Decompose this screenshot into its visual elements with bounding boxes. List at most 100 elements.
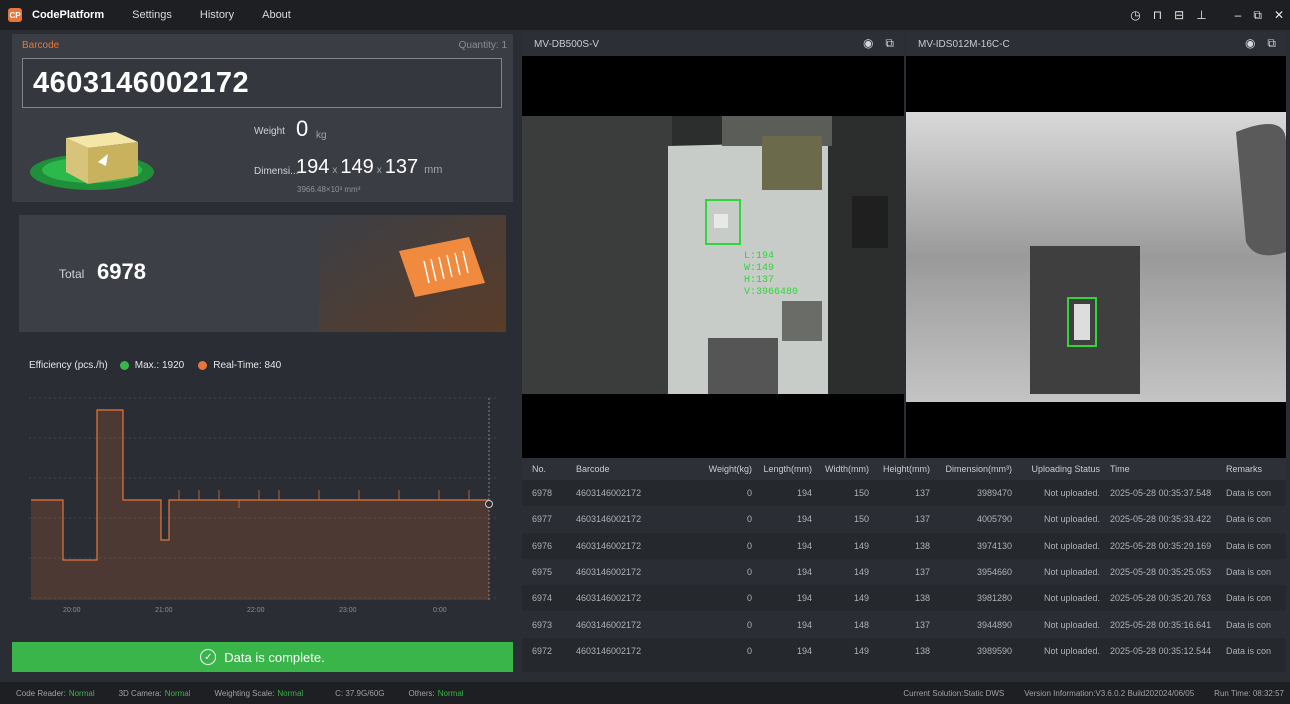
table-cell: 194 <box>796 619 812 630</box>
table-cell: 149 <box>853 593 869 604</box>
width-value: 149 <box>340 156 374 178</box>
efficiency-realtime: Real-Time: 840 <box>213 360 282 371</box>
table-cell: 194 <box>796 593 812 604</box>
menu-history[interactable]: History <box>200 9 234 21</box>
others-label: Others: <box>408 688 435 698</box>
table-cell: Not uploaded. <box>1043 619 1100 630</box>
table-row[interactable]: 6973 4603146002172 0 194 148 137 3944890 Not up… <box>522 611 1286 638</box>
table-cell: 4603146002172 <box>576 488 642 499</box>
table-cell: 2025-05-28 00:35:16.641 <box>1110 619 1212 630</box>
table-cell: 3944890 <box>976 619 1012 630</box>
close-icon[interactable]: ✕ <box>1274 8 1284 22</box>
table-cell: Data is con <box>1226 619 1272 630</box>
table-cell: 6973 <box>532 619 553 630</box>
table-row[interactable]: 6977 4603146002172 0 194 150 137 4005790 Not up… <box>522 506 1286 533</box>
eye-icon[interactable]: ◉ <box>1245 36 1255 51</box>
version-info: Version Information:V3.6.0.2 Build202024… <box>1024 688 1195 698</box>
camera3d-status[interactable]: Normal <box>165 689 191 698</box>
status-bar: Code Reader: Normal 3D Camera: Normal We… <box>0 682 1290 704</box>
weight-unit: kg <box>316 130 327 141</box>
max-icon <box>119 361 129 370</box>
camera-name-1: MV-DB500S-V <box>534 38 600 50</box>
scale-label: Weighting Scale: <box>214 688 275 698</box>
table-cell: 4005790 <box>976 514 1012 525</box>
barcode-illustration <box>319 215 506 332</box>
table-cell: 149 <box>853 567 869 578</box>
table-row[interactable]: 6972 4603146002172 0 194 149 138 3989590 Not up… <box>522 638 1286 664</box>
table-cell: 2025-05-28 00:35:29.169 <box>1110 540 1212 551</box>
camera-image-1: L:194 W:149 H:137 V:3966480 <box>522 116 904 394</box>
barcode-card: Barcode Quantity: 1 4603146002172 Weight… <box>12 34 513 202</box>
table-cell: 3981280 <box>976 593 1012 604</box>
data-complete-banner: ✓ Data is complete. <box>12 642 513 672</box>
barcode-label: Barcode <box>22 40 60 51</box>
table-cell: 4603146002172 <box>576 567 642 578</box>
dimension-label: Dimensi... <box>254 166 299 177</box>
menu-about[interactable]: About <box>262 9 291 21</box>
table-cell: 194 <box>796 514 812 525</box>
menu-settings[interactable]: Settings <box>132 9 172 21</box>
camera-view-1[interactable]: MV-DB500S-V ◉ ⧉ L:194 W:149 H:137 V:39664… <box>522 32 904 458</box>
table-cell: 3954660 <box>976 567 1012 578</box>
table-cell: 148 <box>853 619 869 630</box>
table-cell: Data is con <box>1226 488 1272 499</box>
table-cell: Not uploaded. <box>1043 567 1100 578</box>
table-cell: Data is con <box>1226 514 1272 525</box>
overlay-width: W:149 <box>744 263 774 274</box>
pin-icon[interactable]: ⊥ <box>1196 8 1206 22</box>
table-cell: 138 <box>914 645 930 656</box>
col-no: No. <box>532 464 547 474</box>
col-length: Length(mm) <box>763 464 812 474</box>
efficiency-area <box>31 410 489 600</box>
clock-icon[interactable]: ◷ <box>1130 8 1140 22</box>
table-body: 6978 4603146002172 0 194 150 137 3989470 Not up… <box>522 480 1286 664</box>
total-card: Total 6978 <box>19 215 506 332</box>
table-cell: 137 <box>914 514 930 525</box>
table-cell: 4603146002172 <box>576 540 642 551</box>
restore-icon[interactable]: ⧉ <box>1253 8 1262 23</box>
table-cell: 2025-05-28 00:35:12.544 <box>1110 645 1212 656</box>
table-row[interactable]: 6978 4603146002172 0 194 150 137 3989470 Not up… <box>522 480 1286 506</box>
efficiency-panel: Efficiency (pcs./h) Max.: 1920 Real-Time… <box>19 348 506 638</box>
code-reader-status[interactable]: Normal <box>69 689 95 698</box>
table-cell: 0 <box>746 619 752 630</box>
left-panel: Barcode Quantity: 1 4603146002172 Weight… <box>8 30 514 674</box>
length-value: 194 <box>296 156 330 178</box>
camera-view-2[interactable]: MV-IDS012M-16C-C ◉ ⧉ <box>906 32 1286 458</box>
table-cell: 4603146002172 <box>576 645 642 656</box>
table-cell: Data is con <box>1226 567 1272 578</box>
expand-icon[interactable]: ⧉ <box>885 36 894 51</box>
camera3d-label: 3D Camera: <box>118 688 162 698</box>
table-cell: Not uploaded. <box>1043 488 1100 499</box>
table-cell: 2025-05-28 00:35:33.422 <box>1110 514 1212 525</box>
efficiency-max: Max.: 1920 <box>134 360 185 371</box>
weight-label: Weight <box>254 126 285 137</box>
efficiency-label: Efficiency (pcs./h) <box>29 360 108 371</box>
title-bar: CP CodePlatform Settings History About ◷… <box>0 0 1290 30</box>
table-row[interactable]: 6974 4603146002172 0 194 149 138 3981280 Not up… <box>522 585 1286 611</box>
table-cell: 137 <box>914 567 930 578</box>
x-tick: 0:00 <box>433 607 447 614</box>
minimize-icon[interactable]: – <box>1235 8 1242 22</box>
table-cell: 194 <box>796 540 812 551</box>
x-tick: 23:00 <box>339 607 357 614</box>
code-reader-label: Code Reader: <box>16 688 66 698</box>
others-status[interactable]: Normal <box>438 689 464 698</box>
lock-icon[interactable]: ⊓ <box>1153 8 1162 22</box>
table-cell: 137 <box>914 619 930 630</box>
window-icon[interactable]: ⊟ <box>1174 8 1184 22</box>
volume-value: 3966.48×10³ mm³ <box>297 185 361 194</box>
scale-status[interactable]: Normal <box>277 689 303 698</box>
table-header: No. Barcode Weight(kg) Length(mm) Width(… <box>522 458 1286 480</box>
table-cell: Data is con <box>1226 540 1272 551</box>
app-logo-icon: CP <box>8 8 22 22</box>
table-row[interactable]: 6975 4603146002172 0 194 149 137 3954660 Not up… <box>522 558 1286 586</box>
col-weight: Weight(kg) <box>708 464 752 474</box>
total-value: 6978 <box>97 259 146 284</box>
expand-icon[interactable]: ⧉ <box>1267 36 1276 51</box>
table-cell: 6976 <box>532 540 553 551</box>
table-cell: 6972 <box>532 645 553 656</box>
table-row[interactable]: 6976 4603146002172 0 194 149 138 3974130 Not up… <box>522 533 1286 559</box>
eye-icon[interactable]: ◉ <box>863 36 873 51</box>
table-cell: 6974 <box>532 593 553 604</box>
